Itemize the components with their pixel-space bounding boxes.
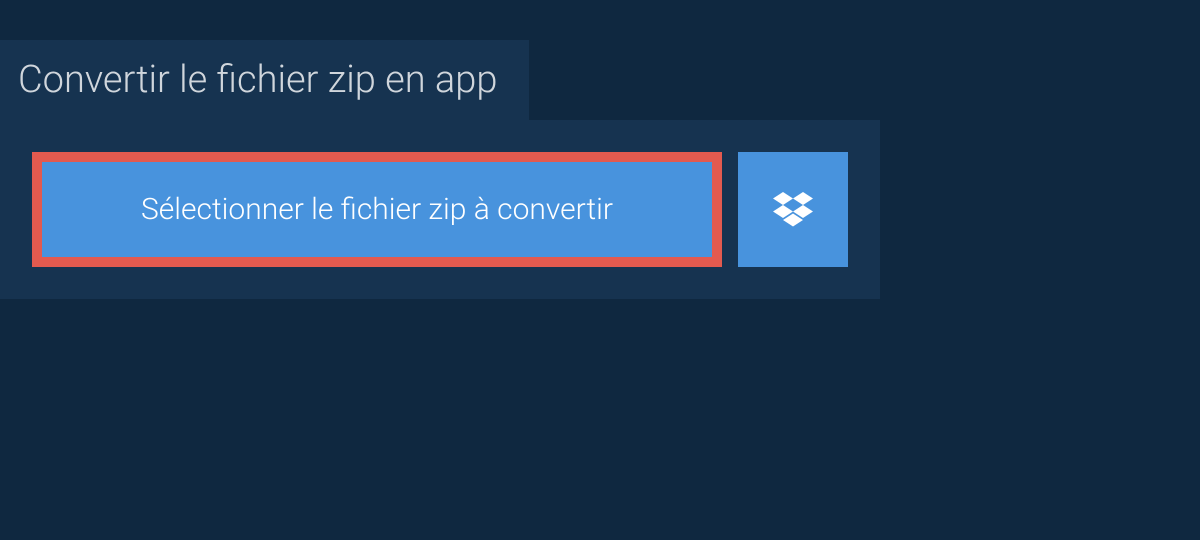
tab-label: Convertir le fichier zip en app (18, 58, 497, 102)
tab-bar: Convertir le fichier zip en app (0, 40, 1200, 120)
tab-convert[interactable]: Convertir le fichier zip en app (0, 40, 529, 120)
main-container: Convertir le fichier zip en app Sélectio… (0, 40, 1200, 299)
select-file-button[interactable]: Sélectionner le fichier zip à convertir (32, 152, 722, 267)
dropbox-button[interactable] (738, 152, 848, 267)
dropbox-icon (773, 192, 813, 228)
select-file-label: Sélectionner le fichier zip à convertir (141, 192, 613, 227)
content-panel: Sélectionner le fichier zip à convertir (0, 120, 880, 299)
